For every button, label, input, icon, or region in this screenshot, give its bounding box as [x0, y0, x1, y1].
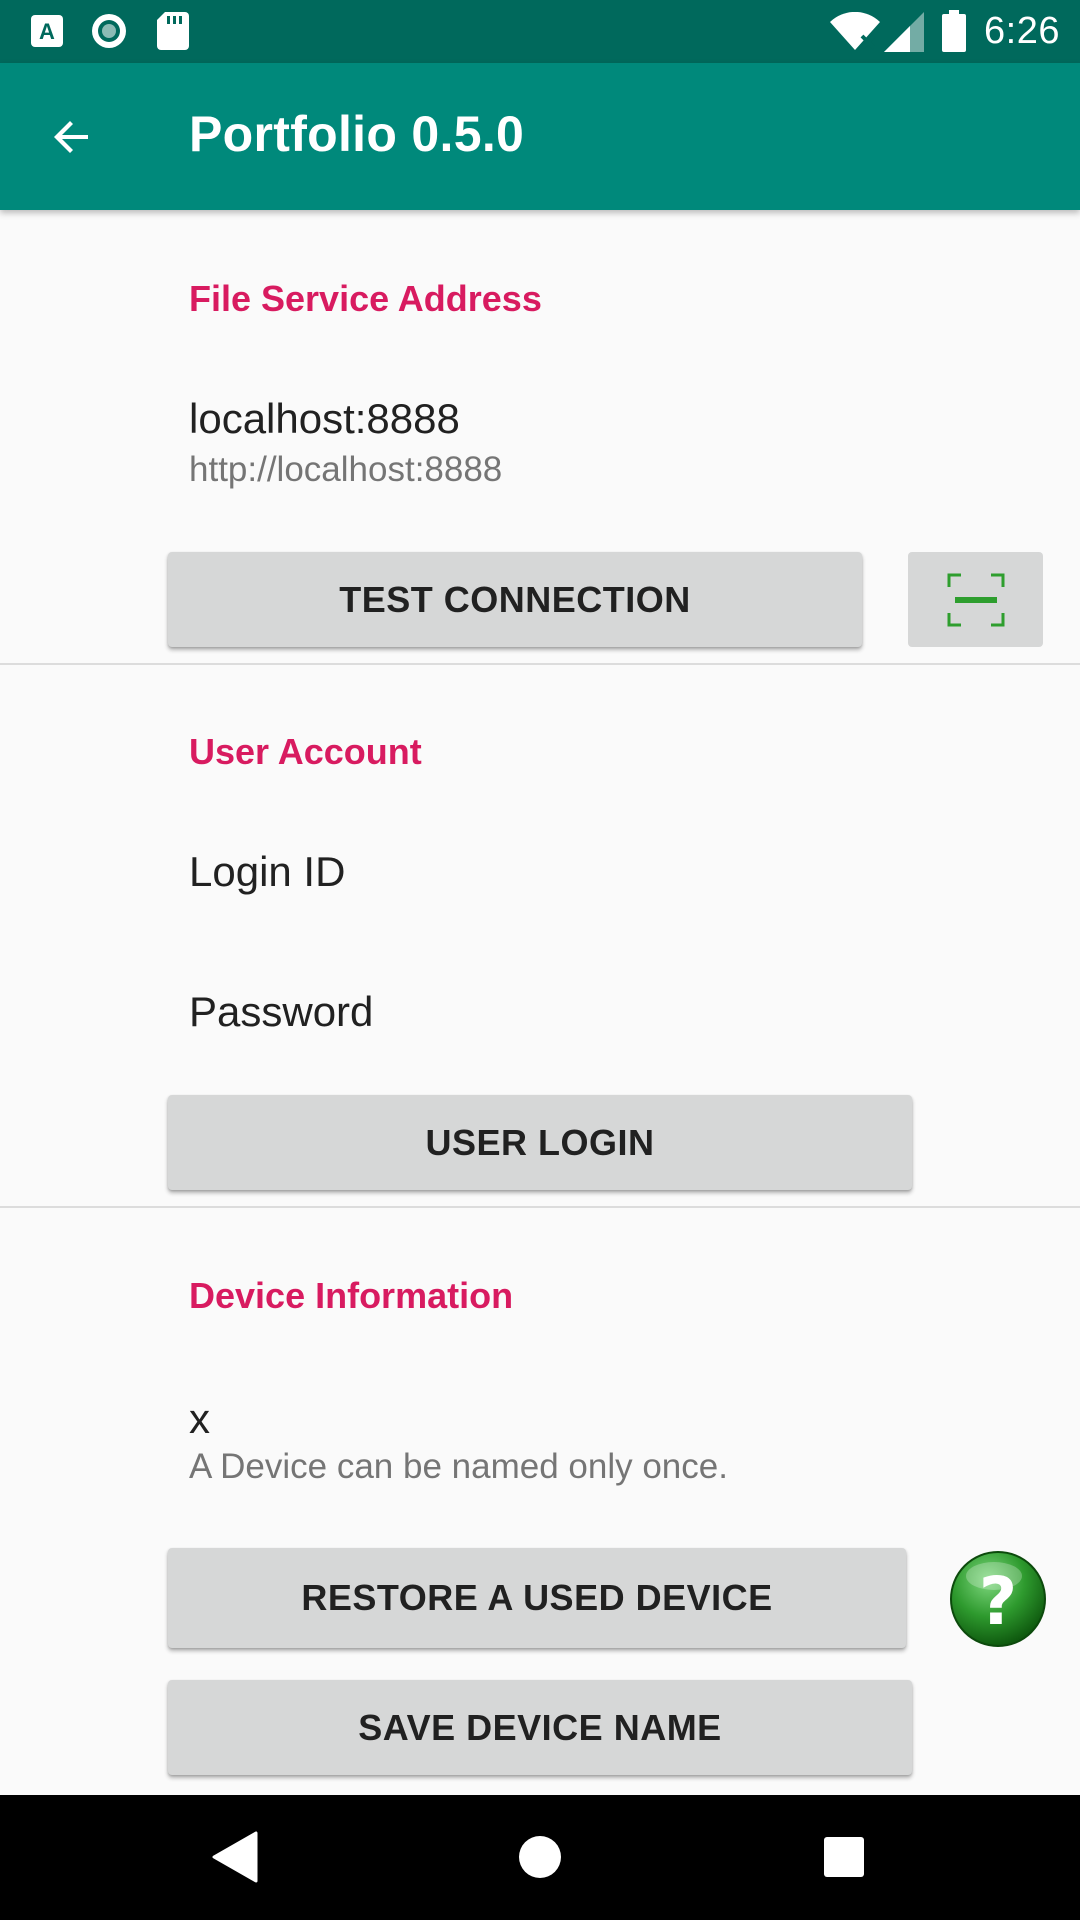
record-icon — [90, 12, 128, 55]
svg-text:?: ? — [979, 1563, 1017, 1640]
screen: A 6:26 Portfolio 0.5.0 File Service Addr… — [0, 0, 1080, 1920]
home-circle-icon — [519, 1836, 561, 1878]
login-id-label: Login ID — [189, 848, 346, 895]
help-icon[interactable]: ? — [949, 1550, 1047, 1648]
user-login-button[interactable]: USER LOGIN — [168, 1095, 912, 1190]
device-name: x — [189, 1395, 210, 1442]
scan-button[interactable] — [908, 552, 1043, 647]
device-name-pref[interactable]: x A Device can be named only once. — [0, 1375, 1080, 1495]
svg-text:A: A — [39, 19, 55, 44]
qr-scan-icon — [947, 573, 1004, 626]
navigation-bar — [0, 1795, 1080, 1920]
device-summary: A Device can be named only once. — [189, 1447, 728, 1486]
status-time: 6:26 — [984, 10, 1060, 52]
password-pref[interactable]: Password — [0, 955, 1080, 1065]
wifi-off-icon — [830, 11, 880, 57]
arrow-left-icon — [54, 121, 88, 153]
signal-icon — [884, 12, 924, 57]
recents-square-icon — [824, 1837, 864, 1877]
save-device-name-button[interactable]: SAVE DEVICE NAME — [168, 1680, 912, 1775]
restore-device-button[interactable]: RESTORE A USED DEVICE — [168, 1548, 906, 1648]
file-service-address-pref[interactable]: localhost:8888 http://localhost:8888 — [0, 380, 1080, 500]
back-triangle-icon — [212, 1831, 258, 1883]
font-a-icon: A — [30, 14, 64, 53]
divider — [0, 1206, 1080, 1208]
test-connection-button[interactable]: TEST CONNECTION — [168, 552, 862, 647]
section-header-device-info: Device Information — [189, 1275, 514, 1316]
divider — [0, 663, 1080, 665]
login-id-pref[interactable]: Login ID — [0, 815, 1080, 925]
status-bar: A 6:26 — [0, 0, 1080, 63]
address-title: localhost:8888 — [189, 395, 460, 442]
nav-home-button[interactable] — [500, 1817, 580, 1897]
back-button[interactable] — [36, 101, 108, 173]
app-bar: Portfolio 0.5.0 — [0, 63, 1080, 210]
address-summary: http://localhost:8888 — [189, 450, 503, 489]
nav-back-button[interactable] — [195, 1817, 275, 1897]
app-title: Portfolio 0.5.0 — [189, 106, 525, 162]
nav-recents-button[interactable] — [804, 1817, 884, 1897]
sd-card-icon — [157, 12, 189, 55]
section-header-file-service: File Service Address — [189, 278, 542, 319]
password-label: Password — [189, 988, 374, 1035]
section-header-user-account: User Account — [189, 731, 422, 772]
battery-icon — [942, 10, 966, 57]
